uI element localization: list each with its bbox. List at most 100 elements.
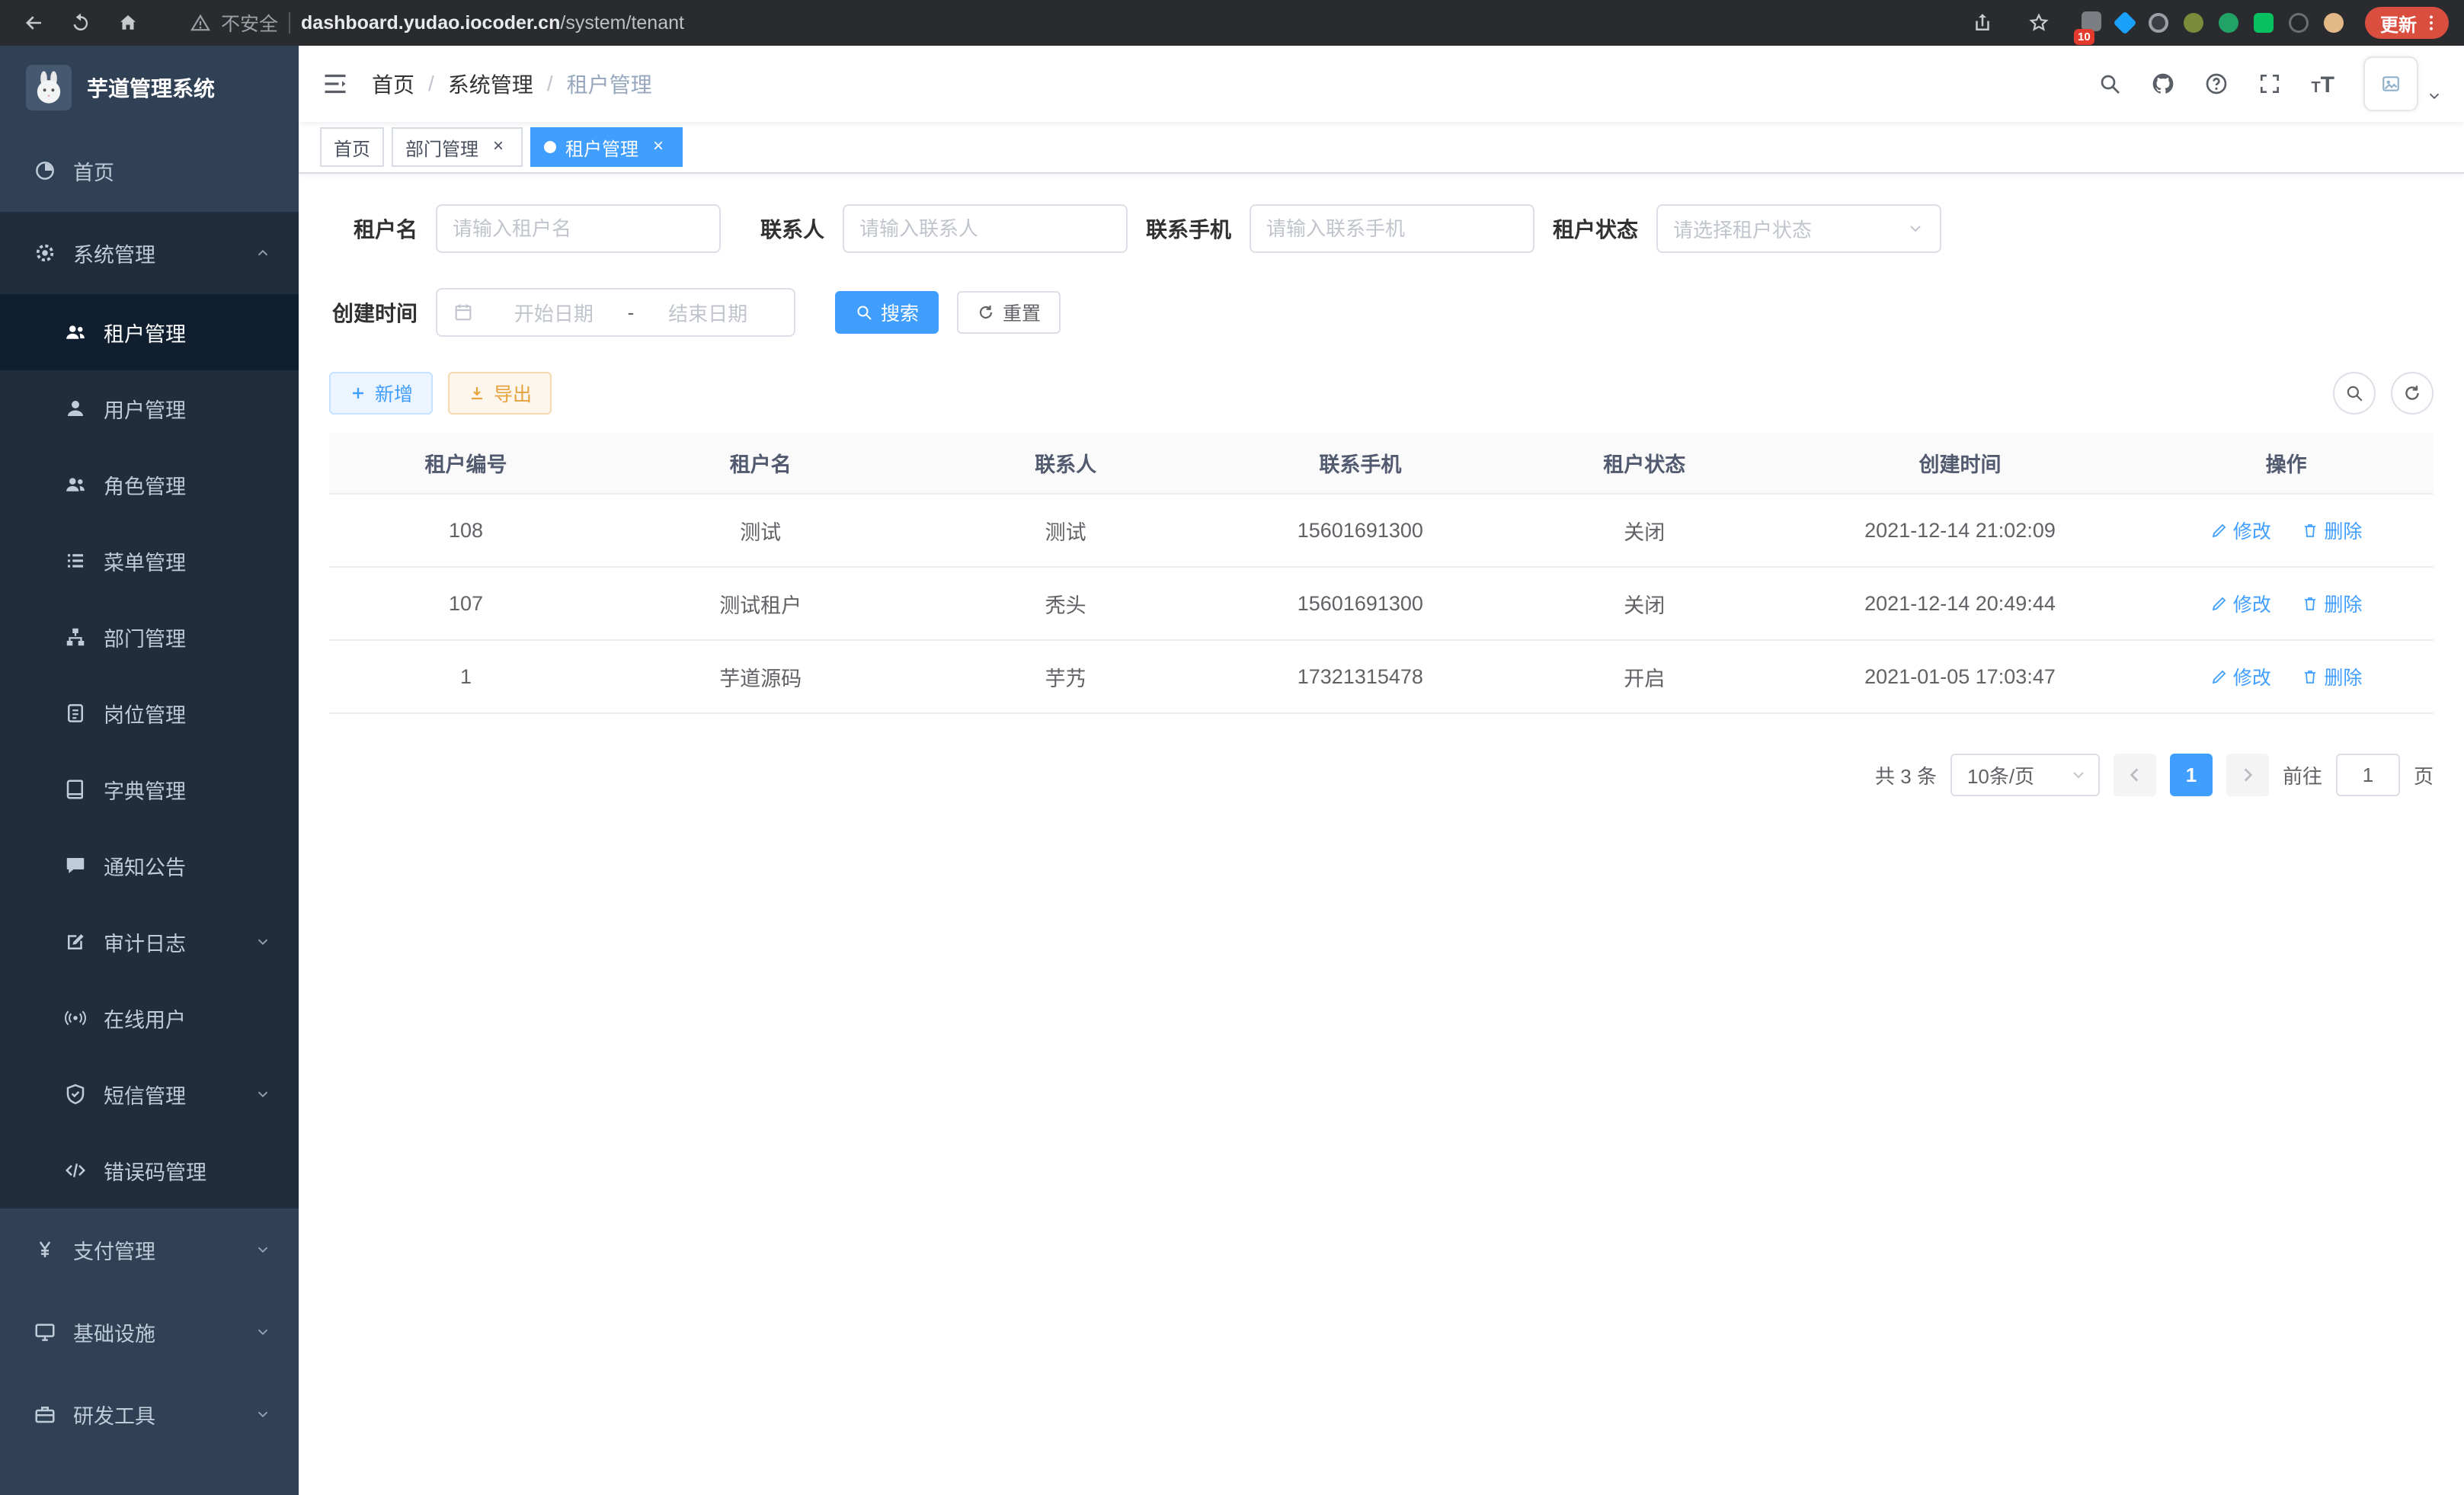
fullscreen-button[interactable] <box>2258 72 2282 96</box>
extension-icon-3[interactable] <box>2149 13 2168 33</box>
sidebar-item-user-management[interactable]: 用户管理 <box>0 370 299 447</box>
reset-button[interactable]: 重置 <box>957 291 1061 334</box>
breadcrumb-system[interactable]: 系统管理 <box>448 69 533 99</box>
page-button-1[interactable]: 1 <box>2170 754 2213 796</box>
tab-home[interactable]: 首页 <box>320 127 384 167</box>
tab-close-icon[interactable] <box>648 136 669 158</box>
contact-input[interactable] <box>859 217 1111 241</box>
sidebar-item-infrastructure[interactable]: 基础设施 <box>0 1291 299 1373</box>
sidebar-item-label: 支付管理 <box>73 1235 155 1265</box>
tab-dept-management[interactable]: 部门管理 <box>392 127 523 167</box>
infra-monitor-icon <box>34 1321 56 1343</box>
date-range-picker[interactable]: 开始日期 - 结束日期 <box>436 288 795 337</box>
mobile-input[interactable] <box>1266 217 1518 241</box>
sidebar-item-post-management[interactable]: 岗位管理 <box>0 675 299 751</box>
export-button[interactable]: 导出 <box>448 372 552 415</box>
select-placeholder: 请选择租户状态 <box>1673 215 1897 243</box>
bookmark-button[interactable] <box>2021 5 2057 41</box>
home-icon <box>117 11 139 34</box>
sidebar-item-tenant-management[interactable]: 租户管理 <box>0 294 299 370</box>
sidebar-item-pay-management[interactable]: 支付管理 <box>0 1208 299 1291</box>
toggle-search-button[interactable] <box>2333 372 2376 415</box>
add-button[interactable]: 新增 <box>329 372 433 415</box>
sidebar-item-audit-log[interactable]: 审计日志 <box>0 904 299 980</box>
edit-label: 修改 <box>2233 663 2271 690</box>
extension-icon-1[interactable]: 10 <box>2082 9 2101 37</box>
sidebar-item-error-code[interactable]: 错误码管理 <box>0 1132 299 1208</box>
font-size-button[interactable] <box>2311 70 2334 98</box>
edit-link[interactable]: 修改 <box>2210 663 2271 690</box>
column-header-mobile: 联系手机 <box>1213 433 1508 494</box>
profile-avatar-icon[interactable] <box>2324 13 2344 33</box>
warning-icon <box>190 13 210 33</box>
gear-icon <box>34 242 56 264</box>
tenant-table: 租户编号 租户名 联系人 联系手机 租户状态 创建时间 操作 108 测试 <box>329 433 2434 714</box>
header-search-button[interactable] <box>2098 72 2122 96</box>
breadcrumb-current: 租户管理 <box>567 69 652 99</box>
tenant-name-input[interactable] <box>453 217 704 241</box>
download-icon <box>468 384 486 402</box>
cell-mobile: 17321315478 <box>1213 640 1508 713</box>
main-area: 首页 系统管理 租户管理 <box>299 46 2464 1495</box>
edit-link[interactable]: 修改 <box>2210 517 2271 544</box>
field-label: 联系手机 <box>1143 213 1231 244</box>
sidebar-item-role-management[interactable]: 角色管理 <box>0 447 299 523</box>
extension-icon-2[interactable] <box>2113 11 2136 34</box>
sidebar-item-notice[interactable]: 通知公告 <box>0 828 299 904</box>
column-header-actions: 操作 <box>2139 433 2434 494</box>
next-page-button[interactable] <box>2226 754 2269 796</box>
goto-page-input[interactable] <box>2336 754 2400 796</box>
page-size-label: 10条/页 <box>1967 761 2034 789</box>
status-select[interactable]: 请选择租户状态 <box>1656 204 1941 253</box>
chevron-up-icon <box>254 245 271 261</box>
tab-tenant-management[interactable]: 租户管理 <box>530 127 683 167</box>
refresh-table-button[interactable] <box>2391 372 2434 415</box>
share-button[interactable] <box>1964 5 2001 41</box>
sidebar-item-dev-tools[interactable]: 研发工具 <box>0 1373 299 1455</box>
app-logo[interactable]: 芋道管理系统 <box>0 46 299 130</box>
search-icon <box>855 303 873 322</box>
extension-icon-7[interactable] <box>2289 13 2309 33</box>
breadcrumb-home[interactable]: 首页 <box>372 69 414 99</box>
filter-row-2: 创建时间 开始日期 - 结束日期 搜索 重置 <box>329 288 2434 337</box>
update-label: 更新 <box>2380 10 2417 37</box>
sidebar-item-label: 在线用户 <box>104 1004 186 1033</box>
browser-update-button[interactable]: 更新 <box>2365 7 2449 39</box>
sidebar-item-online-users[interactable]: 在线用户 <box>0 980 299 1056</box>
sidebar-toggle-button[interactable] <box>299 46 372 122</box>
sidebar-item-dept-management[interactable]: 部门管理 <box>0 599 299 675</box>
github-link[interactable] <box>2151 72 2175 96</box>
sidebar: 芋道管理系统 首页 系统管理 租户管理 用户管理 <box>0 46 299 1495</box>
browser-refresh-button[interactable] <box>62 5 99 41</box>
prev-page-button[interactable] <box>2114 754 2156 796</box>
breadcrumb-separator <box>547 72 553 96</box>
reset-icon <box>977 303 995 322</box>
delete-link[interactable]: 删除 <box>2301 590 2362 617</box>
cell-created: 2021-12-14 21:02:09 <box>1781 494 2139 567</box>
delete-link[interactable]: 删除 <box>2301 663 2362 690</box>
sidebar-item-system-management[interactable]: 系统管理 <box>0 212 299 294</box>
search-button[interactable]: 搜索 <box>835 291 939 334</box>
filter-contact: 联系人 <box>736 204 1128 253</box>
table-row: 108 测试 测试 15601691300 关闭 2021-12-14 21:0… <box>329 494 2434 567</box>
sidebar-item-sms-management[interactable]: 短信管理 <box>0 1056 299 1132</box>
page-size-select[interactable]: 10条/页 <box>1950 754 2100 796</box>
extension-icon-6[interactable] <box>2254 13 2274 33</box>
browser-home-button[interactable] <box>110 5 146 41</box>
extension-icon-5[interactable] <box>2219 13 2238 33</box>
address-bar[interactable]: 不安全 dashboard.yudao.iocoder.cn/system/te… <box>190 9 684 37</box>
user-menu[interactable] <box>2363 56 2443 111</box>
sidebar-item-dict-management[interactable]: 字典管理 <box>0 751 299 828</box>
sidebar-item-menu-management[interactable]: 菜单管理 <box>0 523 299 599</box>
browser-back-button[interactable] <box>15 5 52 41</box>
cell-tenant-id: 1 <box>329 640 603 713</box>
goto-suffix: 页 <box>2414 761 2434 789</box>
extension-icon-4[interactable] <box>2184 13 2203 33</box>
edit-label: 修改 <box>2233 590 2271 617</box>
tab-close-icon[interactable] <box>488 136 509 158</box>
cell-status: 关闭 <box>1508 494 1781 567</box>
sidebar-item-home[interactable]: 首页 <box>0 130 299 212</box>
edit-link[interactable]: 修改 <box>2210 590 2271 617</box>
delete-link[interactable]: 删除 <box>2301 517 2362 544</box>
help-button[interactable] <box>2204 72 2229 96</box>
